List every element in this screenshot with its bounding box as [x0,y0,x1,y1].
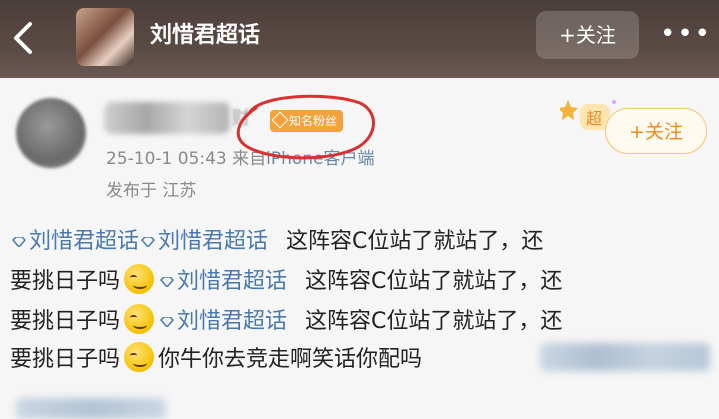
post-time: 25-10-1 05:43 [106,149,227,169]
fan-badge[interactable]: 知名粉丝 [270,110,344,132]
gem-icon [160,317,175,327]
smirk-emoji-icon [124,264,155,294]
blurred-link [540,343,710,371]
post-meta: 25-10-1 05:43 来自iPhone客户端 [106,146,375,172]
post-text: 这阵容C位站了就站了，还 [305,269,563,294]
post-source: iPhone客户端 [266,149,375,169]
fan-badge-label: 知名粉丝 [289,114,338,128]
topic-tag[interactable]: 刘惜君超话 [139,229,268,254]
topic-tag[interactable]: 刘惜君超话 [158,269,287,294]
username-blurred[interactable] [104,102,230,134]
gem-icon [160,277,175,287]
diamond-icon [271,111,289,129]
supertopic-avatar[interactable] [76,8,134,66]
gem-icon [141,237,156,247]
post-text: 要挑日子吗 [10,347,121,372]
post-text: 要挑日子吗 [10,269,121,294]
blurred-link [16,398,166,419]
follow-user-button[interactable]: +关注 [605,108,707,154]
post-text: 这阵容C位站了就站了，还 [305,309,563,334]
post-text: 你牛你去竞走啊笑话你配吗 [158,347,423,372]
gem-icon [12,237,26,247]
follow-topic-button[interactable]: +关注 [536,11,639,59]
topic-tag-label: 刘惜君超话 [177,269,288,294]
topic-tag-label: 刘惜君超话 [29,229,140,254]
post-text: 这阵容C位站了就站了，还 [286,229,544,254]
topic-tag[interactable]: 刘惜君超话 [158,309,287,334]
back-button[interactable] [6,18,42,58]
username-suffix: 财 [232,108,250,129]
super-label: 超 [586,109,602,128]
post-line-2: 要挑日子吗 刘惜君超话 这阵容C位站了就站了，还 [10,262,562,302]
post-line-1: 刘惜君超话 刘惜君超话 这阵容C位站了就站了，还 [10,222,543,262]
post-line-4: 要挑日子吗 你牛你去竞走啊笑话你配吗 [10,340,422,380]
smirk-emoji-icon [124,342,155,372]
topic-tag-label: 刘惜君超话 [158,229,269,254]
source-prefix: 来自 [232,149,267,169]
chevron-left-icon [14,22,32,54]
page-title: 刘惜君超话 [150,23,261,48]
smirk-emoji-icon [124,304,155,334]
more-icon[interactable]: ••• [660,18,712,54]
post-location: 发布于 江苏 [106,181,197,201]
topic-tag-label: 刘惜君超话 [177,309,288,334]
post-text: 要挑日子吗 [10,309,121,334]
user-avatar[interactable] [16,98,86,168]
post-line-3: 要挑日子吗 刘惜君超话 这阵容C位站了就站了，还 [10,302,562,342]
topic-tag[interactable]: 刘惜君超话 [10,229,139,254]
